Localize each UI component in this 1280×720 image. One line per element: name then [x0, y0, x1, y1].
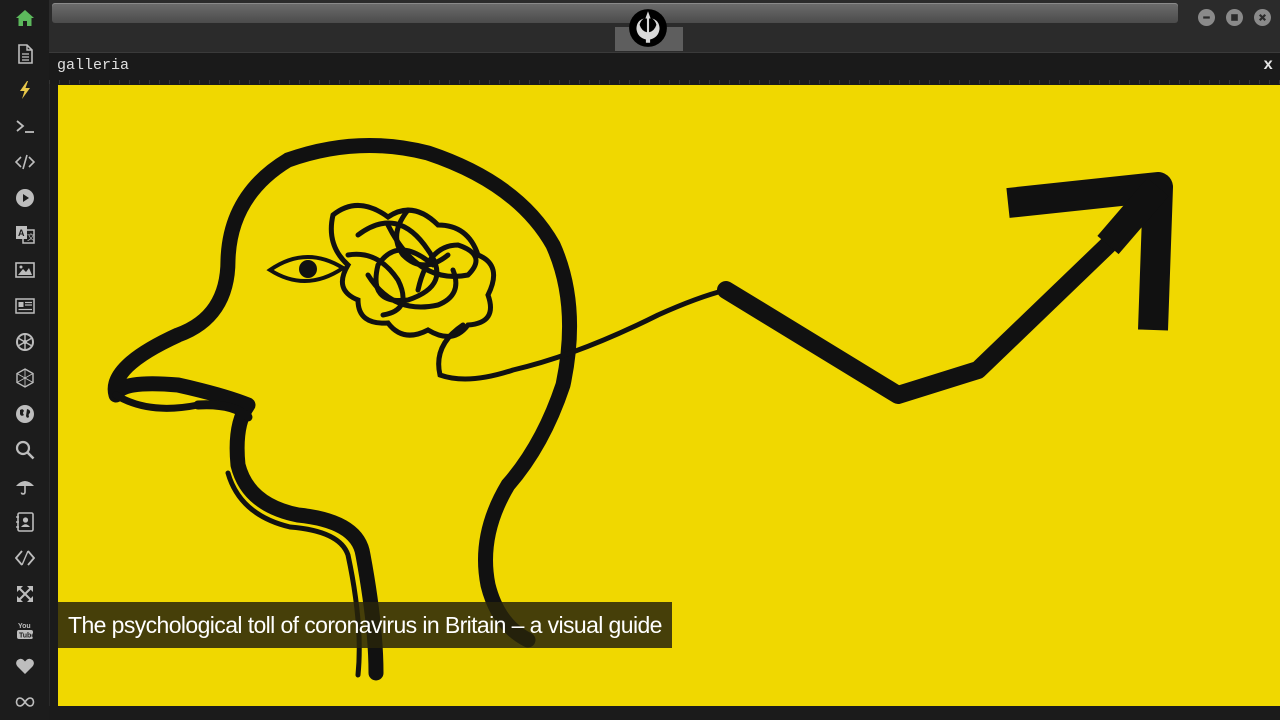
- gallery-image[interactable]: The psychological toll of coronavirus in…: [58, 85, 1280, 706]
- svg-text:A: A: [18, 228, 25, 238]
- top-bar: [49, 0, 1280, 52]
- address-bar[interactable]: [52, 3, 1178, 23]
- umbrella-icon[interactable]: [7, 468, 43, 504]
- header-divider: [49, 80, 1280, 84]
- network-icon[interactable]: [7, 360, 43, 396]
- image-caption: The psychological toll of coronavirus in…: [58, 602, 672, 648]
- play-icon[interactable]: [7, 180, 43, 216]
- home-icon[interactable]: [7, 0, 43, 36]
- document-icon[interactable]: [7, 36, 43, 72]
- expand-icon[interactable]: [7, 576, 43, 612]
- youtube-icon[interactable]: You Tube: [7, 612, 43, 648]
- globe-icon[interactable]: [7, 396, 43, 432]
- contacts-icon[interactable]: [7, 504, 43, 540]
- panel-header: galleria x: [49, 52, 1280, 84]
- sidebar: A文 You Tube: [0, 0, 50, 720]
- settings-wheel-icon[interactable]: [7, 324, 43, 360]
- panel-title: galleria: [57, 57, 130, 74]
- news-icon[interactable]: [7, 288, 43, 324]
- heart-icon[interactable]: [7, 648, 43, 684]
- app-window: A文 You Tube galleria x The psychological…: [0, 0, 1280, 720]
- svg-text:文: 文: [27, 232, 35, 242]
- bottom-strip: [49, 706, 1280, 720]
- rebel-alliance-logo-icon: [627, 7, 669, 49]
- translate-icon[interactable]: A文: [7, 216, 43, 252]
- image-icon[interactable]: [7, 252, 43, 288]
- minimize-button[interactable]: [1198, 9, 1215, 26]
- terminal-icon[interactable]: [7, 108, 43, 144]
- search-icon[interactable]: [7, 432, 43, 468]
- close-window-button[interactable]: [1254, 9, 1271, 26]
- svg-text:Tube: Tube: [19, 633, 35, 640]
- svg-text:You: You: [18, 623, 31, 630]
- lightning-icon[interactable]: [7, 72, 43, 108]
- infinity-icon[interactable]: [7, 684, 43, 720]
- diamond-code-icon[interactable]: [7, 540, 43, 576]
- panel-close-button[interactable]: x: [1263, 56, 1273, 74]
- maximize-button[interactable]: [1226, 9, 1243, 26]
- code-icon[interactable]: [7, 144, 43, 180]
